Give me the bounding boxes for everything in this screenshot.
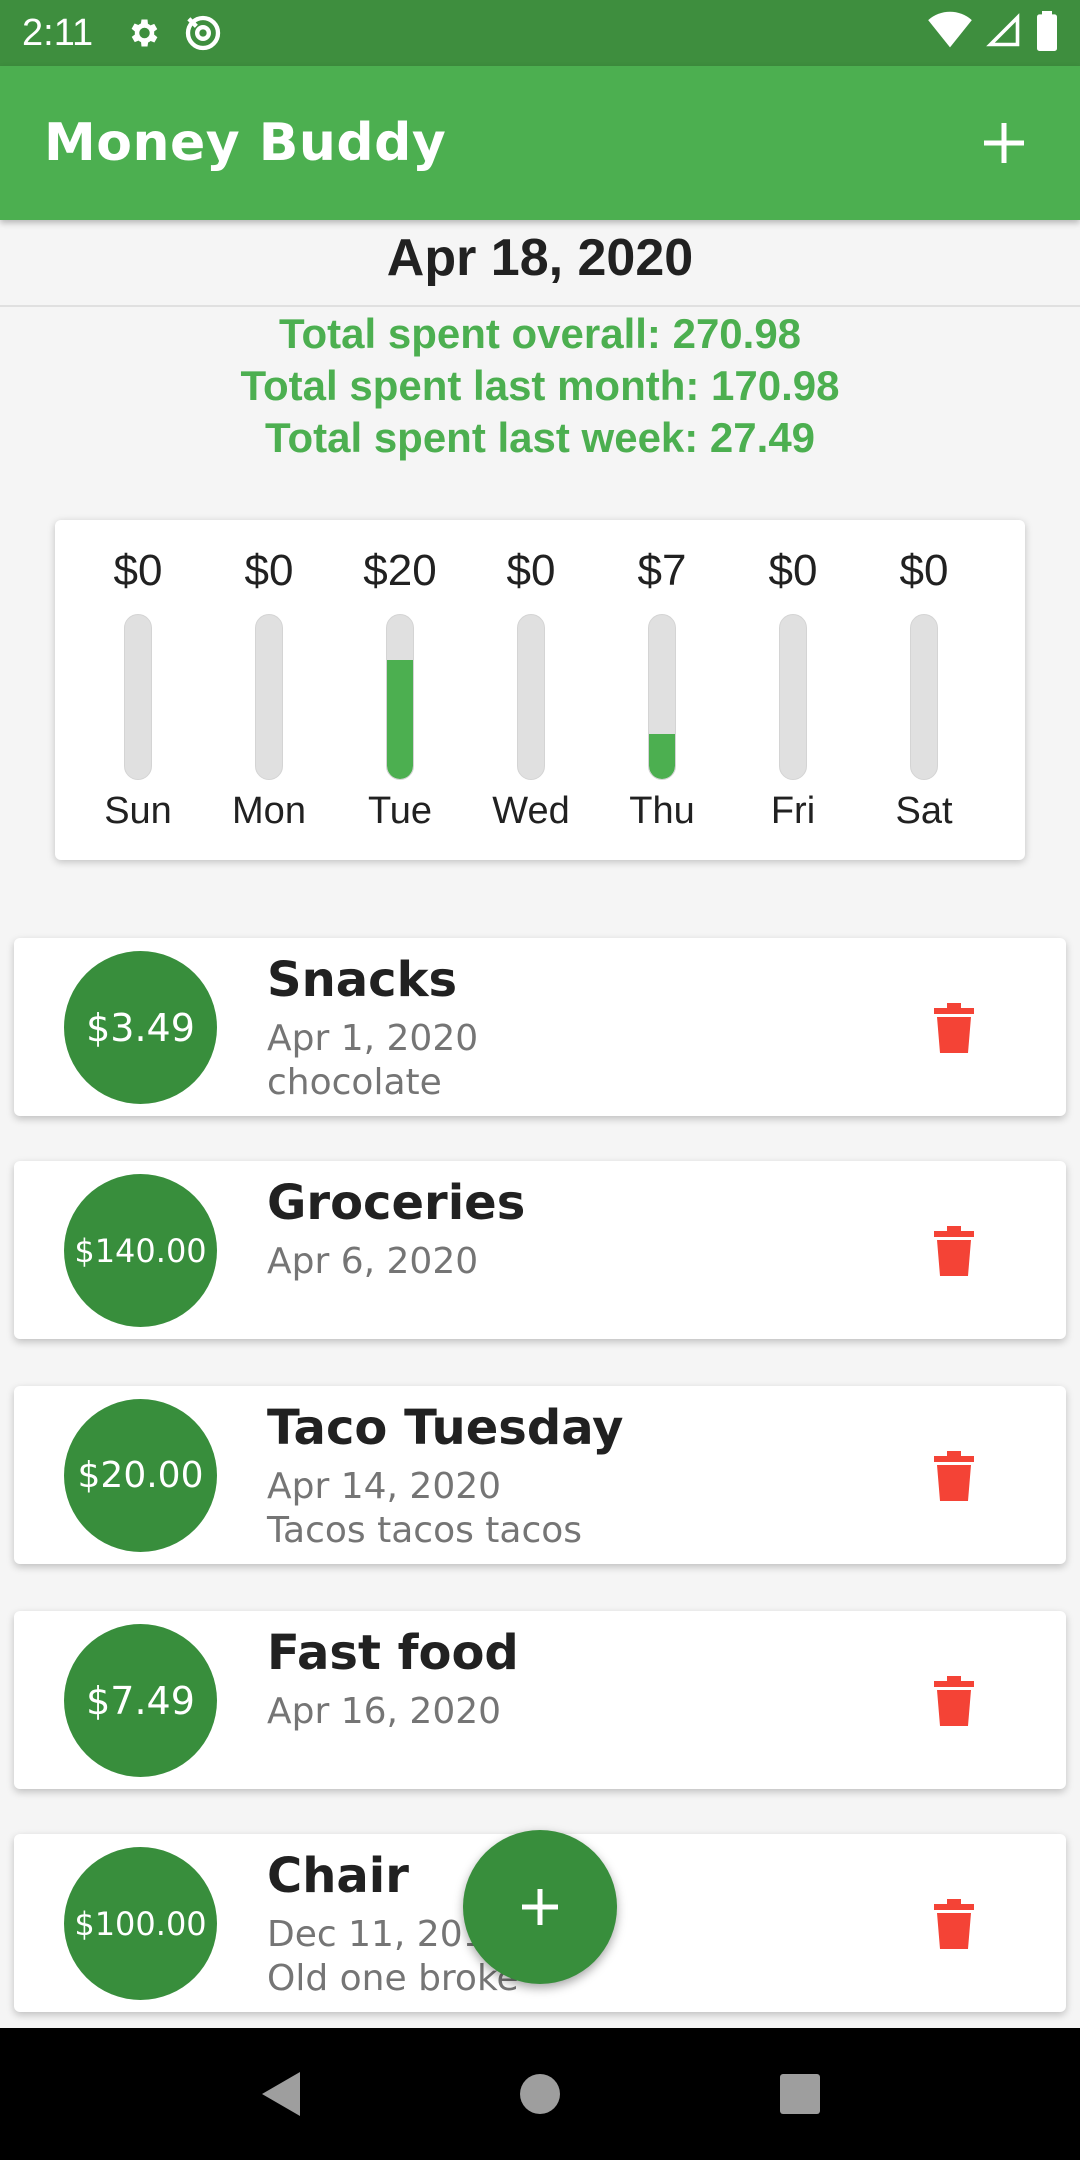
chart-column-sat: $0 Sat — [859, 520, 989, 860]
chart-column-sun: $0 Sun — [73, 520, 203, 860]
nav-back-button[interactable] — [235, 2049, 325, 2139]
expense-card-groceries[interactable]: $140.00 Groceries Apr 6, 2020 — [14, 1161, 1066, 1339]
expense-title: Taco Tuesday — [267, 1400, 624, 1456]
weekly-spending-chart: $0 Sun $0 Mon $20 Tue $0 Wed $7 Thu $0 F… — [55, 520, 1025, 860]
expense-card-taco-tuesday[interactable]: $20.00 Taco Tuesday Apr 14, 2020 Tacos t… — [14, 1386, 1066, 1564]
trash-icon — [934, 1451, 974, 1501]
chart-amount-label: $20 — [363, 546, 437, 595]
system-navigation-bar — [0, 2028, 1080, 2160]
delete-expense-button[interactable] — [924, 1671, 984, 1731]
total-overall: Total spent overall: 270.98 — [278, 310, 802, 357]
expense-date: Apr 6, 2020 — [267, 1241, 479, 1282]
chart-bar-track — [517, 614, 545, 780]
chart-column-thu: $7 Thu — [597, 520, 727, 860]
expense-date: Apr 1, 2020 — [267, 1018, 479, 1059]
settings-gear-icon — [125, 15, 161, 51]
chart-amount-label: $0 — [899, 546, 949, 595]
expense-title: Snacks — [267, 952, 458, 1008]
chart-amount-label: $0 — [113, 546, 163, 595]
chart-amount-label: $0 — [506, 546, 556, 595]
expense-card-snacks[interactable]: $3.49 Snacks Apr 1, 2020 chocolate — [14, 938, 1066, 1116]
chart-bar-fill — [387, 659, 413, 779]
delete-expense-button[interactable] — [924, 1894, 984, 1954]
chart-day-label: Sun — [104, 790, 172, 832]
chart-column-wed: $0 Wed — [466, 520, 596, 860]
add-expense-button[interactable] — [972, 111, 1036, 175]
expense-title: Fast food — [267, 1625, 519, 1681]
current-date: Apr 18, 2020 — [386, 229, 694, 287]
chart-bar-track — [124, 614, 152, 780]
trash-icon — [934, 1003, 974, 1053]
total-last-week: Total spent last week: 27.49 — [264, 414, 816, 461]
chart-bar-track — [779, 614, 807, 780]
home-circle-icon — [520, 2074, 560, 2114]
chart-day-label: Fri — [770, 790, 816, 832]
chart-amount-label: $0 — [244, 546, 294, 595]
delete-expense-button[interactable] — [924, 1221, 984, 1281]
expense-title: Chair — [267, 1848, 409, 1904]
app-bar: Money Buddy — [0, 66, 1080, 220]
chart-day-label: Thu — [629, 790, 695, 832]
expense-note: chocolate — [267, 1062, 442, 1103]
expense-amount-badge: $20.00 — [64, 1399, 217, 1552]
status-bar: 2:11 — [0, 0, 1080, 66]
chart-bar-track — [386, 614, 414, 780]
expense-card-fast-food[interactable]: $7.49 Fast food Apr 16, 2020 — [14, 1611, 1066, 1789]
chart-bar-fill — [649, 734, 675, 779]
nav-recents-button[interactable] — [755, 2049, 845, 2139]
expense-title: Groceries — [267, 1175, 526, 1231]
expense-date: Apr 16, 2020 — [267, 1691, 502, 1732]
chart-column-tue: $20 Tue — [335, 520, 465, 860]
chart-day-label: Wed — [492, 790, 570, 832]
expense-amount-badge: $3.49 — [64, 951, 217, 1104]
chart-column-fri: $0 Fri — [728, 520, 858, 860]
divider — [0, 305, 1080, 307]
plus-icon — [984, 123, 1024, 163]
add-expense-fab[interactable] — [463, 1830, 617, 1984]
delete-expense-button[interactable] — [924, 998, 984, 1058]
chart-amount-label: $7 — [637, 546, 687, 595]
chart-column-mon: $0 Mon — [204, 520, 334, 860]
trash-icon — [934, 1899, 974, 1949]
expense-date: Apr 14, 2020 — [267, 1466, 502, 1507]
delete-expense-button[interactable] — [924, 1446, 984, 1506]
chart-day-label: Tue — [367, 790, 433, 832]
trash-icon — [934, 1676, 974, 1726]
expense-amount-badge: $140.00 — [64, 1174, 217, 1327]
status-time: 2:11 — [22, 11, 94, 54]
expense-amount-badge: $7.49 — [64, 1624, 217, 1777]
sync-circle-icon — [183, 13, 223, 53]
plus-icon — [522, 1889, 558, 1925]
expense-note: Old one broke — [267, 1958, 519, 1999]
expense-amount-badge: $100.00 — [64, 1847, 217, 2000]
chart-day-label: Mon — [232, 790, 306, 832]
battery-icon — [1036, 10, 1058, 56]
chart-day-label: Sat — [895, 790, 953, 832]
trash-icon — [934, 1226, 974, 1276]
expense-note: Tacos tacos tacos — [267, 1510, 583, 1551]
total-last-month: Total spent last month: 170.98 — [240, 362, 840, 409]
nav-home-button[interactable] — [495, 2049, 585, 2139]
chart-amount-label: $0 — [768, 546, 818, 595]
recents-square-icon — [780, 2074, 820, 2114]
chart-bar-track — [910, 614, 938, 780]
back-triangle-icon — [262, 2072, 300, 2116]
chart-bar-track — [255, 614, 283, 780]
totals-summary: Total spent overall: 270.98 Total spent … — [0, 308, 1080, 464]
wifi-icon — [928, 11, 972, 56]
cell-signal-icon — [986, 12, 1022, 54]
app-title: Money Buddy — [44, 113, 447, 173]
chart-bar-track — [648, 614, 676, 780]
